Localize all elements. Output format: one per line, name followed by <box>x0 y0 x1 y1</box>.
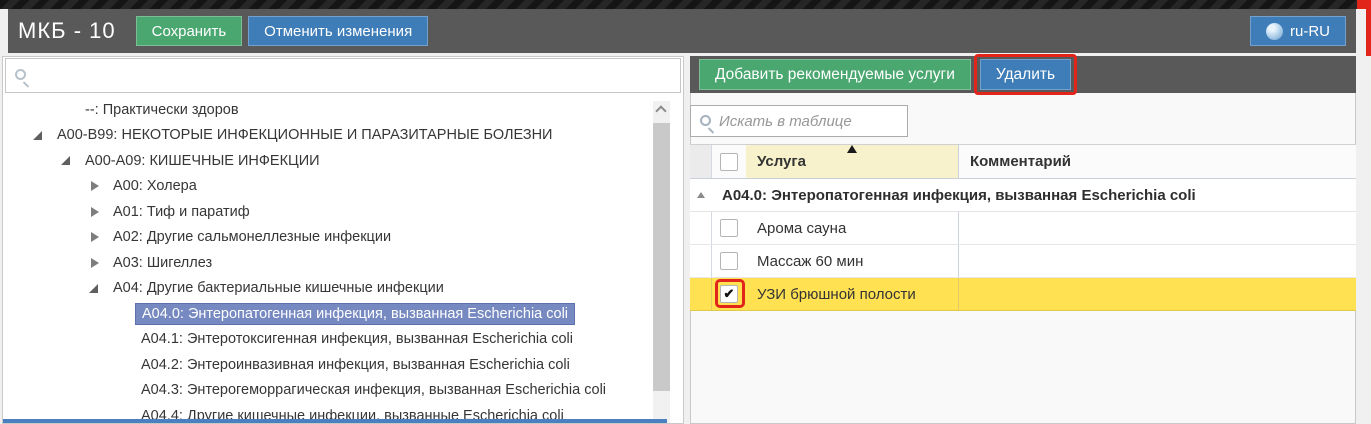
grid-header-comment[interactable]: Комментарий <box>958 145 1356 178</box>
collapse-node-icon[interactable] <box>89 284 113 293</box>
services-toolbar: Добавить рекомендуемые услуги Удалить <box>690 56 1356 93</box>
row-checkbox[interactable] <box>720 252 738 270</box>
row-checkbox-cell[interactable] <box>712 212 746 244</box>
tree-item-label: A02: Другие сальмонеллезные инфекции <box>113 229 391 245</box>
search-icon <box>15 69 26 80</box>
tree-item[interactable]: --: Практически здоров <box>3 97 653 123</box>
table-row[interactable]: Арома сауна <box>690 212 1356 245</box>
comment-cell[interactable] <box>958 245 1356 277</box>
tree-item[interactable]: A04.2: Энтероинвазивная инфекция, вызван… <box>3 352 653 378</box>
tree-item[interactable]: A00-B99: НЕКОТОРЫЕ ИНФЕКЦИОННЫЕ И ПАРАЗИ… <box>3 123 653 149</box>
annotation-red-edge-top <box>1357 0 1371 9</box>
tree-item-label: A04.2: Энтероинвазивная инфекция, вызван… <box>141 357 570 373</box>
tree-item[interactable]: A04: Другие бактериальные кишечные инфек… <box>3 276 653 302</box>
scrollbar-thumb[interactable] <box>653 123 670 391</box>
tree-item[interactable]: A03: Шигеллез <box>3 250 653 276</box>
service-cell[interactable]: Массаж 60 мин <box>746 245 958 277</box>
tree-item-label: A00: Холера <box>113 178 197 194</box>
group-collapse-icon[interactable] <box>697 192 705 198</box>
search-icon <box>700 115 711 126</box>
services-grid: Услуга Комментарий A04.0: Энтеропатогенн… <box>690 93 1356 424</box>
tree-item[interactable]: A00-A09: КИШЕЧНЫЕ ИНФЕКЦИИ <box>3 148 653 174</box>
tree-item-label-selected: A04.0: Энтеропатогенная инфекция, вызван… <box>135 303 575 325</box>
delete-button[interactable]: Удалить <box>980 59 1071 90</box>
tree-item[interactable]: A01: Тиф и паратиф <box>3 199 653 225</box>
grid-group-row[interactable]: A04.0: Энтеропатогенная инфекция, вызван… <box>690 179 1356 212</box>
row-checkbox-cell[interactable]: ✔ <box>712 278 746 310</box>
annotation-red-edge-right <box>1366 9 1371 56</box>
grid-header-group-cell <box>690 145 712 178</box>
column-label-comment: Комментарий <box>970 153 1071 170</box>
tree-item[interactable]: A04.0: Энтеропатогенная инфекция, вызван… <box>3 301 653 327</box>
expand-node-icon[interactable] <box>89 258 113 268</box>
page-title: МКБ - 10 <box>18 18 116 44</box>
expand-node-icon[interactable] <box>89 232 113 242</box>
service-cell[interactable]: Арома сауна <box>746 212 958 244</box>
grid-search-box <box>690 105 908 137</box>
tree-item-label: A04: Другие бактериальные кишечные инфек… <box>113 280 444 296</box>
table-row[interactable]: Массаж 60 мин <box>690 245 1356 278</box>
tree-item-label: A00-A09: КИШЕЧНЫЕ ИНФЕКЦИИ <box>85 153 320 169</box>
column-label-service: Услуга <box>757 153 806 170</box>
expand-node-icon[interactable] <box>89 207 113 217</box>
sort-asc-icon <box>847 145 857 153</box>
icd-tree: --: Практически здоров A00-B99: НЕКОТОРЫЕ… <box>3 97 653 423</box>
row-checkbox[interactable] <box>720 219 738 237</box>
collapse-node-icon[interactable] <box>61 156 85 165</box>
grid-header-row: Услуга Комментарий <box>690 144 1356 179</box>
cancel-changes-button[interactable]: Отменить изменения <box>248 16 428 46</box>
tree-search-box <box>5 58 681 93</box>
group-row-label: A04.0: Энтеропатогенная инфекция, вызван… <box>722 187 1196 204</box>
tree-search-input[interactable] <box>34 59 680 92</box>
comment-cell[interactable] <box>958 212 1356 244</box>
locale-label: ru-RU <box>1290 23 1330 40</box>
row-group-cell <box>690 278 712 310</box>
tree-item-label: A01: Тиф и паратиф <box>113 204 250 220</box>
locale-button[interactable]: ru-RU <box>1250 16 1346 46</box>
expand-node-icon[interactable] <box>89 181 113 191</box>
app-window: МКБ - 10 Сохранить Отменить изменения ru… <box>0 0 1371 424</box>
grid-rows: A04.0: Энтеропатогенная инфекция, вызван… <box>690 179 1356 311</box>
services-panel: Добавить рекомендуемые услуги Удалить Ус… <box>690 56 1356 424</box>
tree-item-label: --: Практически здоров <box>85 102 239 118</box>
tree-item-label: A04.3: Энтерогеморрагическая инфекция, в… <box>141 382 606 398</box>
tree-item[interactable]: A00: Холера <box>3 174 653 200</box>
tree-item[interactable]: A04.3: Энтерогеморрагическая инфекция, в… <box>3 378 653 404</box>
tree-item-label: A04.1: Энтеротоксигенная инфекция, вызва… <box>141 331 573 347</box>
grid-search-input[interactable] <box>719 106 918 136</box>
select-all-checkbox[interactable] <box>720 153 738 171</box>
grid-header-checkbox-cell[interactable] <box>712 145 746 178</box>
tree-item-label: A03: Шигеллез <box>113 255 212 271</box>
tree-partial-row-highlight <box>3 419 667 423</box>
save-button[interactable]: Сохранить <box>136 16 243 46</box>
tree-item[interactable]: A02: Другие сальмонеллезные инфекции <box>3 225 653 251</box>
service-cell[interactable]: УЗИ брюшной полости <box>746 278 958 310</box>
tree-scrollbar[interactable] <box>653 101 670 423</box>
scroll-up-icon[interactable] <box>655 105 666 116</box>
tree-item-label: A00-B99: НЕКОТОРЫЕ ИНФЕКЦИОННЫЕ И ПАРАЗИ… <box>57 127 552 143</box>
tree-item[interactable]: A04.1: Энтеротоксигенная инфекция, вызва… <box>3 327 653 353</box>
globe-icon <box>1266 23 1283 40</box>
comment-cell[interactable] <box>958 278 1356 310</box>
grid-header-service[interactable]: Услуга <box>746 145 958 178</box>
add-recommended-services-button[interactable]: Добавить рекомендуемые услуги <box>699 59 971 90</box>
row-checkbox-cell[interactable] <box>712 245 746 277</box>
table-row[interactable]: ✔ УЗИ брюшной полости <box>690 278 1356 311</box>
row-group-cell <box>690 245 712 277</box>
row-group-cell <box>690 212 712 244</box>
window-top-strip <box>0 0 1371 9</box>
row-checkbox-checked[interactable]: ✔ <box>720 285 738 303</box>
collapse-node-icon[interactable] <box>33 131 57 140</box>
app-header: МКБ - 10 Сохранить Отменить изменения ru… <box>8 9 1356 53</box>
icd-tree-panel: --: Практически здоров A00-B99: НЕКОТОРЫЕ… <box>2 56 684 424</box>
